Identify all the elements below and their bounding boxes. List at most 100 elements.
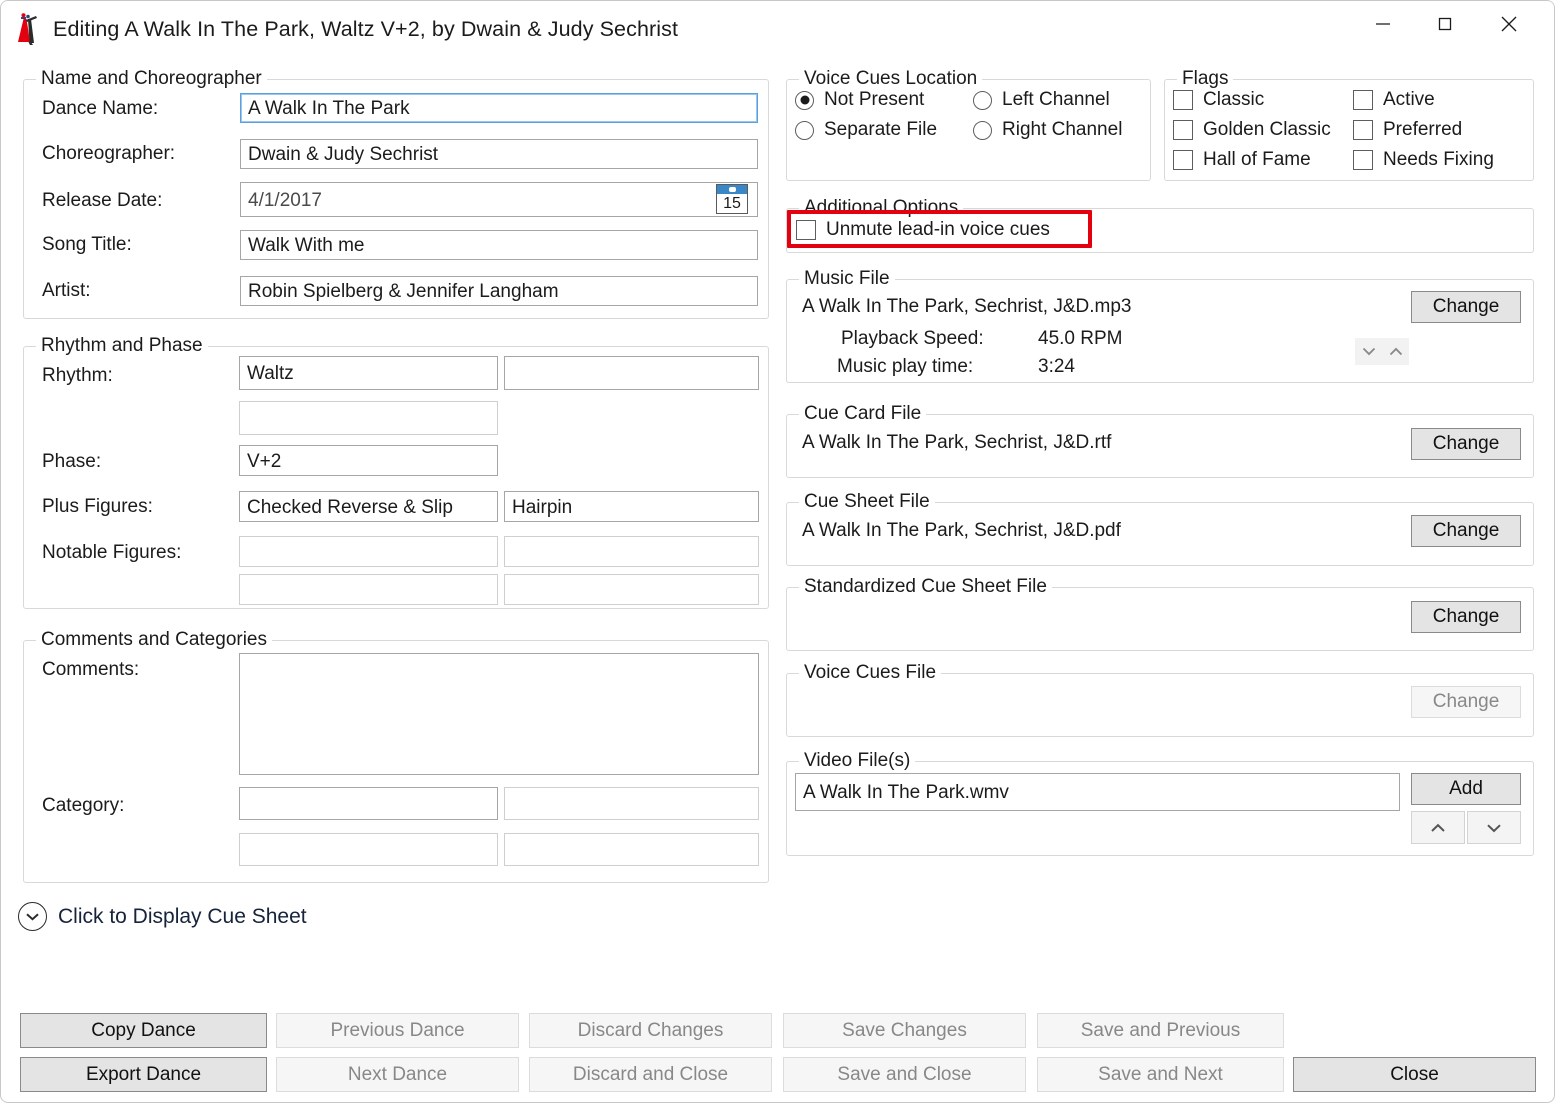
checkbox-indicator: [1353, 150, 1373, 170]
radio-label: Separate File: [824, 119, 938, 140]
discard-and-close-button[interactable]: Discard and Close: [529, 1057, 772, 1092]
radio-label: Right Channel: [1002, 119, 1123, 140]
cue-sheet-file-name: A Walk In The Park, Sechrist, J&D.pdf: [802, 520, 1121, 541]
category-select-3[interactable]: [239, 833, 498, 866]
checkbox-indicator: [796, 220, 816, 240]
video-move-up-button[interactable]: [1411, 811, 1465, 844]
checkbox-classic[interactable]: Classic: [1173, 89, 1264, 111]
display-cue-sheet-toggle[interactable]: Click to Display Cue Sheet: [18, 902, 307, 931]
checkbox-needs-fixing[interactable]: Needs Fixing: [1353, 149, 1494, 171]
rhythm-select-2[interactable]: [504, 356, 759, 390]
release-date-label: Release Date:: [42, 190, 163, 211]
save-and-next-button[interactable]: Save and Next: [1037, 1057, 1284, 1092]
video-move-down-button[interactable]: [1467, 811, 1521, 844]
radio-left-channel[interactable]: Left Channel: [973, 89, 1110, 111]
checkbox-label: Active: [1383, 89, 1435, 110]
music-play-time-label: Music play time:: [837, 356, 974, 377]
save-and-previous-button[interactable]: Save and Previous: [1037, 1013, 1284, 1048]
discard-changes-button[interactable]: Discard Changes: [529, 1013, 772, 1048]
copy-dance-button[interactable]: Copy Dance: [20, 1013, 267, 1048]
radio-right-channel[interactable]: Right Channel: [973, 119, 1122, 141]
previous-dance-button[interactable]: Previous Dance: [276, 1013, 519, 1048]
music-file-change-button[interactable]: Change: [1411, 291, 1521, 323]
calendar-icon[interactable]: 15: [716, 184, 748, 214]
radio-label: Left Channel: [1002, 89, 1110, 110]
chevron-down-circle-icon: [18, 902, 47, 931]
group-legend: Voice Cues File: [799, 662, 942, 684]
minimize-button[interactable]: [1352, 1, 1414, 47]
song-title-label: Song Title:: [42, 234, 132, 255]
music-play-time-value: 3:24: [1038, 356, 1075, 377]
cue-card-change-button[interactable]: Change: [1411, 428, 1521, 460]
group-legend: Standardized Cue Sheet File: [799, 576, 1052, 598]
checkbox-label: Golden Classic: [1203, 119, 1331, 140]
notable-figures-input-1[interactable]: [239, 536, 498, 567]
category-select-4[interactable]: [504, 833, 759, 866]
standardized-cue-sheet-change-button[interactable]: Change: [1411, 601, 1521, 633]
group-legend: Name and Choreographer: [36, 68, 267, 90]
rhythm-select-3[interactable]: [239, 401, 498, 435]
checkbox-indicator: [1353, 120, 1373, 140]
category-select-1[interactable]: [239, 787, 498, 820]
checkbox-unmute-lead-in-voice-cues[interactable]: Unmute lead-in voice cues: [796, 219, 1050, 241]
checkbox-active[interactable]: Active: [1353, 89, 1435, 111]
category-select-2[interactable]: [504, 787, 759, 820]
artist-input[interactable]: Robin Spielberg & Jennifer Langham: [240, 276, 758, 306]
choreographer-input[interactable]: Dwain & Judy Sechrist: [240, 139, 758, 169]
artist-label: Artist:: [42, 280, 91, 301]
chevron-up-icon: [1389, 347, 1402, 356]
radio-not-present[interactable]: Not Present: [795, 89, 924, 111]
chevron-up-icon: [1431, 823, 1445, 832]
plus-figures-input-2[interactable]: Hairpin: [504, 491, 759, 522]
radio-indicator: [795, 120, 814, 140]
checkbox-label: Hall of Fame: [1203, 149, 1311, 170]
export-dance-button[interactable]: Export Dance: [20, 1057, 267, 1092]
checkbox-indicator: [1173, 90, 1193, 110]
phase-input[interactable]: V+2: [239, 445, 498, 476]
radio-indicator: [795, 90, 814, 110]
plus-figures-input-1[interactable]: Checked Reverse & Slip: [239, 491, 498, 522]
group-legend: Voice Cues Location: [799, 68, 983, 90]
dance-name-label: Dance Name:: [42, 98, 159, 119]
dancing-couple-icon: [18, 13, 37, 45]
radio-indicator: [973, 120, 992, 140]
release-date-input[interactable]: 4/1/2017: [240, 182, 758, 217]
plus-figures-label: Plus Figures:: [42, 496, 153, 517]
notable-figures-input-4[interactable]: [504, 574, 759, 605]
notable-figures-input-3[interactable]: [239, 574, 498, 605]
group-legend: Video File(s): [799, 750, 916, 772]
checkbox-label: Needs Fixing: [1383, 149, 1494, 170]
video-add-button[interactable]: Add: [1411, 773, 1521, 805]
maximize-button[interactable]: [1414, 1, 1476, 47]
dance-name-input[interactable]: A Walk In The Park: [240, 93, 758, 123]
voice-cues-change-button[interactable]: Change: [1411, 686, 1521, 718]
checkbox-indicator: [1353, 90, 1373, 110]
display-cue-sheet-label: Click to Display Cue Sheet: [58, 904, 307, 928]
phase-label: Phase:: [42, 451, 102, 472]
rhythm-label: Rhythm:: [42, 365, 113, 386]
checkbox-hall-of-fame[interactable]: Hall of Fame: [1173, 149, 1311, 171]
close-button[interactable]: [1478, 1, 1540, 47]
playback-speed-value: 45.0 RPM: [1038, 328, 1123, 349]
rhythm-select-1[interactable]: Waltz: [239, 356, 498, 390]
playback-speed-up-button[interactable]: [1382, 338, 1409, 365]
title-bar: Editing A Walk In The Park, Waltz V+2, b…: [1, 1, 1554, 57]
radio-label: Not Present: [824, 89, 925, 110]
chevron-down-icon: [1487, 823, 1501, 832]
checkbox-golden-classic[interactable]: Golden Classic: [1173, 119, 1331, 141]
save-and-close-button[interactable]: Save and Close: [783, 1057, 1026, 1092]
save-changes-button[interactable]: Save Changes: [783, 1013, 1026, 1048]
playback-speed-down-button[interactable]: [1355, 338, 1382, 365]
music-file-name: A Walk In The Park, Sechrist, J&D.mp3: [802, 296, 1132, 317]
next-dance-button[interactable]: Next Dance: [276, 1057, 519, 1092]
checkbox-preferred[interactable]: Preferred: [1353, 119, 1462, 141]
close-button-footer[interactable]: Close: [1293, 1057, 1536, 1092]
radio-separate-file[interactable]: Separate File: [795, 119, 937, 141]
song-title-input[interactable]: Walk With me: [240, 230, 758, 260]
comments-textarea[interactable]: [239, 653, 759, 775]
checkbox-label: Classic: [1203, 89, 1265, 110]
radio-indicator: [973, 90, 992, 110]
cue-sheet-change-button[interactable]: Change: [1411, 515, 1521, 547]
video-file-list[interactable]: A Walk In The Park.wmv: [795, 773, 1400, 811]
notable-figures-input-2[interactable]: [504, 536, 759, 567]
